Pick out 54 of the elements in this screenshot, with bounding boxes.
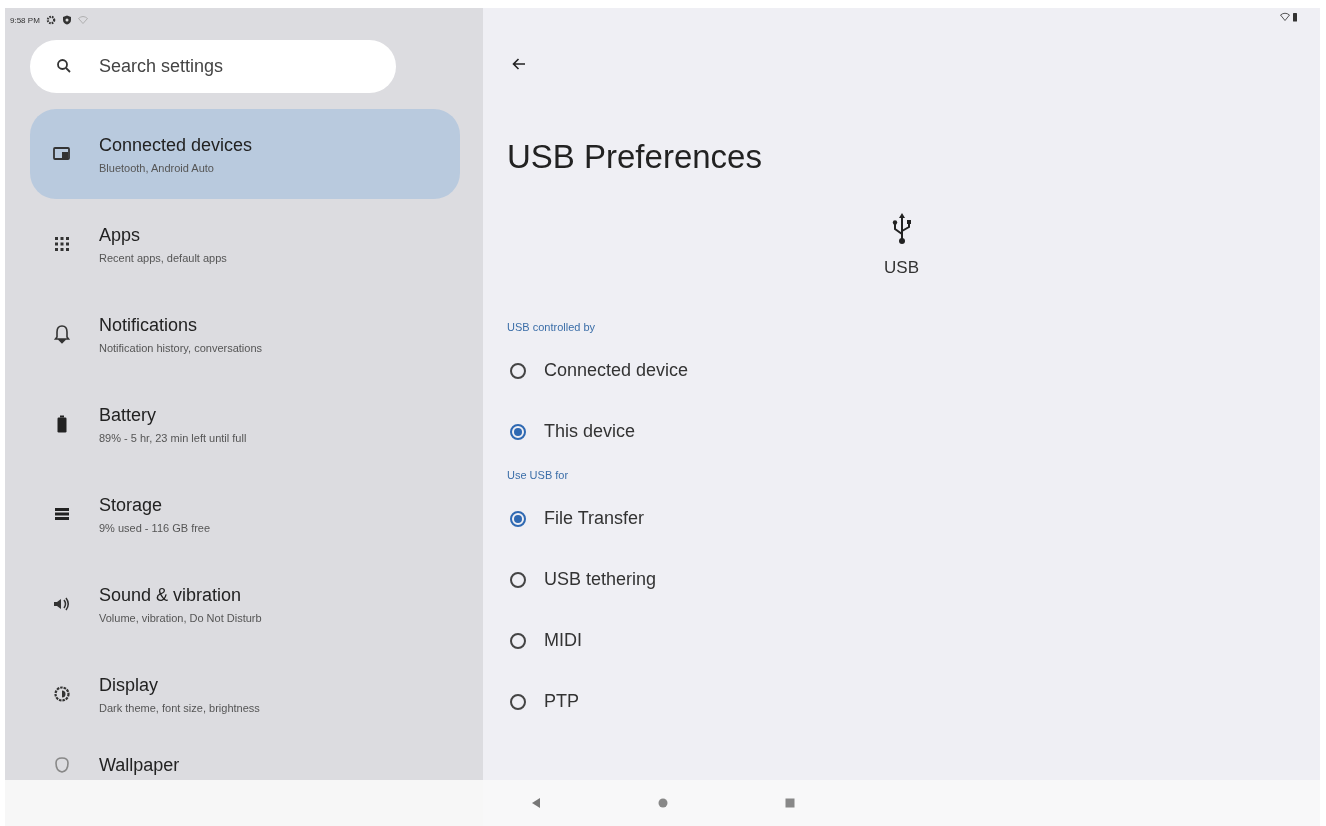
item-subtitle: Volume, vibration, Do Not Disturb [99,611,262,624]
item-subtitle: Notification history, conversations [99,341,263,354]
item-title: Connected devices [99,134,253,156]
sidebar-item[interactable]: Display Dark theme, font size, brightness [30,649,460,739]
radio-option[interactable]: File Transfer [507,488,827,549]
bell-icon [52,324,72,344]
wifi-icon [1280,12,1290,22]
radio-button[interactable] [510,510,526,527]
display-icon [52,684,72,704]
item-title: Apps [99,224,142,246]
sidebar-item[interactable]: Notifications Notification history, conversations [30,289,460,379]
wifi-icon [77,15,88,25]
status-time: 9:58 PM [10,15,40,25]
radio-option[interactable]: MIDI [507,610,827,671]
grid-icon [52,234,72,254]
radio-option[interactable]: PTP [507,671,827,732]
wallpaper-icon [52,755,72,775]
sidebar-item[interactable]: Connected devices Bluetooth, Android Auto [30,109,460,199]
item-subtitle: Dark theme, font size, brightness [99,701,260,714]
sidebar-item[interactable]: Sound & vibration Volume, vibration, Do Not Disturb [30,559,460,649]
sidebar-item[interactable]: Apps Recent apps, default apps [30,199,460,289]
item-title: Display [99,674,160,696]
section-heading: USB controlled by [507,320,597,335]
radio-button[interactable] [510,423,526,440]
sidebar-item[interactable]: Wallpaper [30,747,460,783]
item-title: Notifications [99,314,199,336]
radio-button[interactable] [510,571,526,588]
home-icon[interactable] [656,796,670,810]
sidebar-item[interactable]: Storage 9% used - 116 GB free [30,469,460,559]
page-title: USB Preferences [507,138,763,176]
radio-option[interactable]: Connected device [507,340,827,401]
radio-button[interactable] [510,362,526,379]
radio-option[interactable]: This device [507,401,827,462]
shield-icon [61,15,72,25]
radio-button[interactable] [510,632,526,649]
item-subtitle: 89% - 5 hr, 23 min left until full [99,431,247,444]
item-title: Wallpaper [99,754,180,776]
search-icon [56,58,72,74]
search-field[interactable]: Search settings [30,40,396,93]
item-subtitle: 9% used - 116 GB free [99,521,211,534]
section-heading: Use USB for [507,468,570,483]
back-arrow-icon [511,56,527,72]
sidebar-item[interactable]: Battery 89% - 5 hr, 23 min left until full [30,379,460,469]
item-title: Storage [99,494,164,516]
gear-icon [45,15,56,25]
item-title: Battery [99,404,158,426]
item-title: Sound & vibration [99,584,243,606]
item-subtitle: Bluetooth, Android Auto [99,161,215,174]
battery-icon [1292,12,1298,22]
radio-button[interactable] [510,693,526,710]
radio-option[interactable]: USB tethering [507,549,827,610]
item-subtitle: Recent apps, default apps [99,251,227,264]
recent-apps-icon[interactable] [783,796,797,810]
usb-label: USB [884,258,919,278]
